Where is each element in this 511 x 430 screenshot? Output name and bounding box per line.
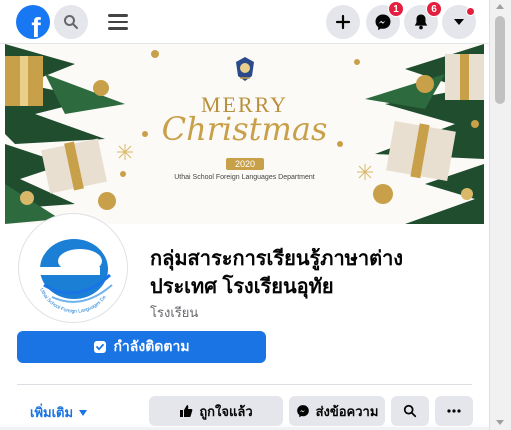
notifications-badge: 6 — [426, 1, 442, 17]
facebook-logo[interactable]: f — [16, 5, 50, 39]
page-category[interactable]: โรงเรียน — [150, 302, 198, 323]
messenger-badge: 1 — [388, 1, 404, 17]
facebook-logo-letter: f — [31, 12, 41, 39]
like-button[interactable]: ถูกใจแล้ว — [149, 396, 283, 426]
messenger-button[interactable]: 1 — [366, 1, 404, 39]
page-title: กลุ่มสาระการเรียนรู้ภาษาต่าง ประเทศ โรงเ… — [150, 245, 450, 301]
account-alert-dot — [466, 7, 475, 16]
profile-logo-icon: Uthai School Foreign Languages Departmen… — [20, 213, 121, 316]
page-content: MERRY Christmas 2020 Uthai School Foreig… — [0, 44, 489, 430]
create-button[interactable] — [326, 5, 360, 39]
search-button[interactable] — [54, 5, 88, 39]
search-icon — [64, 15, 78, 29]
messenger-icon — [375, 14, 391, 31]
thumbs-up-icon — [180, 405, 193, 417]
notifications-button[interactable]: 6 — [404, 1, 442, 39]
search-icon — [403, 404, 417, 418]
scrollbar-thumb[interactable] — [495, 16, 505, 104]
menu-icon — [106, 14, 130, 30]
page-title-line2: ประเทศ โรงเรียนอุทัย — [150, 276, 334, 298]
caret-down-icon — [79, 409, 88, 416]
search-page-button[interactable] — [391, 396, 429, 426]
more-options-button[interactable] — [435, 396, 473, 426]
menu-button[interactable] — [106, 10, 130, 34]
cover-year-badge: 2020 — [226, 158, 264, 170]
scroll-down-arrow-icon[interactable] — [496, 420, 504, 425]
like-label: ถูกใจแล้ว — [199, 403, 253, 419]
cover-caption: Uthai School Foreign Languages Departmen… — [174, 174, 315, 181]
cover-photo[interactable]: MERRY Christmas 2020 Uthai School Foreig… — [5, 44, 484, 224]
profile-picture[interactable]: Uthai School Foreign Languages Departmen… — [19, 213, 127, 322]
bell-icon — [414, 14, 428, 30]
caret-down-icon — [454, 19, 464, 25]
page-title-line1: กลุ่มสาระการเรียนรู้ภาษาต่าง — [150, 248, 404, 270]
following-label: กำลังติดตาม — [113, 338, 190, 354]
account-button[interactable] — [442, 5, 476, 39]
message-label: ส่งข้อความ — [315, 403, 379, 419]
following-button[interactable]: กำลังติดตาม — [17, 331, 266, 363]
more-dots-icon — [447, 409, 461, 413]
scrollbar[interactable] — [489, 0, 511, 430]
more-label: เพิ่มเติม — [30, 405, 74, 420]
section-divider — [17, 384, 472, 385]
school-emblem-icon — [236, 57, 254, 81]
following-check-icon — [94, 341, 107, 353]
messenger-icon — [296, 405, 309, 418]
more-tab[interactable]: เพิ่มเติม — [30, 402, 88, 423]
plus-icon — [335, 14, 351, 30]
message-button[interactable]: ส่งข้อความ — [289, 396, 385, 426]
top-navigation-bar: f 1 6 — [0, 0, 489, 44]
scroll-up-arrow-icon[interactable] — [496, 4, 504, 9]
cover-christmas-text: Christmas — [161, 110, 328, 148]
